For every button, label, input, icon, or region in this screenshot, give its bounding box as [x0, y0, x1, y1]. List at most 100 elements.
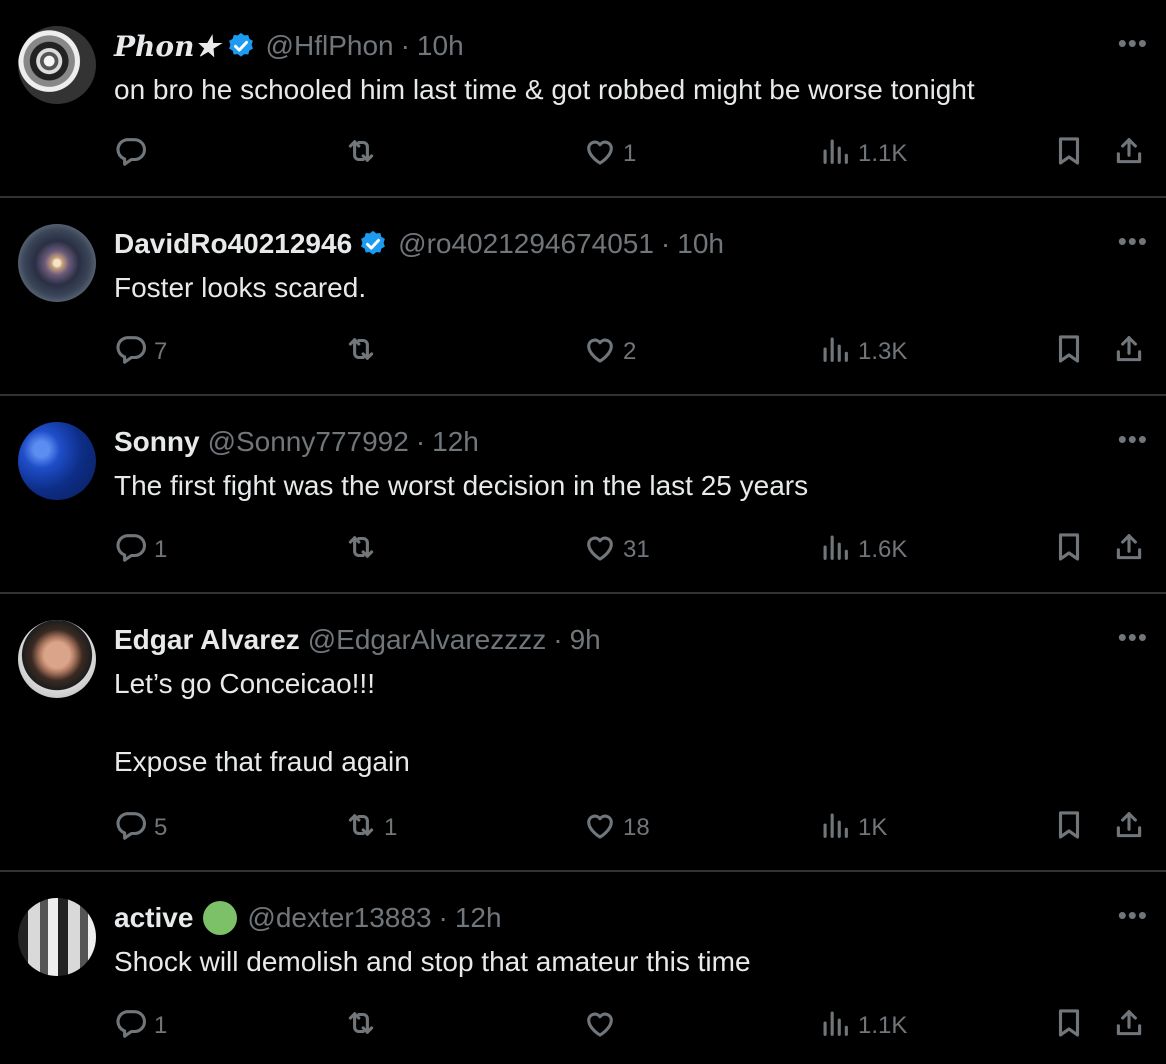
views-button-count: 1.6K [858, 536, 908, 563]
reply-button-count: 1 [154, 536, 168, 563]
bookmark-button[interactable] [1052, 530, 1086, 570]
heart-icon [583, 808, 617, 849]
reply-button[interactable]: 1 [114, 530, 167, 570]
retweet-icon [344, 332, 378, 373]
bookmark-button[interactable] [1052, 1006, 1086, 1046]
views-button[interactable]: 1.3K [818, 332, 907, 372]
like-button[interactable]: 1 [583, 134, 636, 174]
avatar[interactable] [18, 26, 96, 104]
separator-dot: · [553, 624, 563, 655]
reply-button[interactable]: 5 [114, 808, 167, 848]
share-button[interactable] [1112, 808, 1146, 848]
bookmark-icon [1052, 1006, 1086, 1047]
tweet-text: Let’s go Conceicao!!! Expose that fraud a… [114, 664, 1106, 781]
views-icon [818, 332, 852, 373]
bookmark-icon [1052, 134, 1086, 175]
display-name[interactable]: active [114, 902, 193, 934]
display-name[interactable]: Phon★ [114, 30, 220, 63]
timestamp[interactable]: 10h [417, 30, 464, 62]
tweet-header: Phon★ @HflPhon · 10h [114, 26, 464, 66]
more-icon[interactable]: ••• [1118, 624, 1148, 650]
like-button[interactable]: 31 [583, 530, 650, 570]
views-icon [818, 134, 852, 175]
retweet-icon [344, 808, 378, 849]
like-button[interactable]: 2 [583, 332, 636, 372]
bookmark-icon [1052, 530, 1086, 571]
more-icon[interactable]: ••• [1118, 426, 1148, 452]
bookmark-button[interactable] [1052, 808, 1086, 848]
share-button[interactable] [1112, 134, 1146, 174]
views-button[interactable]: 1K [818, 808, 887, 848]
timestamp[interactable]: 10h [677, 228, 724, 260]
display-name[interactable]: Sonny [114, 426, 200, 458]
tweet[interactable]: Edgar Alvarez @EdgarAlvarezzzz · 9h ••• … [0, 594, 1166, 872]
timestamp[interactable]: 9h [570, 624, 601, 656]
views-button[interactable]: 1.1K [818, 1006, 907, 1046]
tweet[interactable]: active @dexter13883 · 12h ••• Shock will… [0, 872, 1166, 1064]
retweet-button[interactable]: 1 [344, 808, 397, 848]
avatar[interactable] [18, 422, 96, 500]
like-button[interactable]: 18 [583, 808, 650, 848]
user-handle[interactable]: @ro4021294674051 [398, 228, 654, 260]
retweet-button[interactable] [344, 332, 378, 372]
bookmark-icon [1052, 808, 1086, 849]
retweet-button[interactable] [344, 134, 378, 174]
tweet-text-line: The first fight was the worst decision i… [114, 470, 809, 501]
separator-dot: · [660, 228, 671, 259]
like-button[interactable] [583, 1006, 617, 1046]
views-icon [818, 808, 852, 849]
retweet-button[interactable] [344, 530, 378, 570]
tweet-header: Edgar Alvarez @EdgarAlvarezzzz · 9h [114, 620, 601, 660]
user-handle[interactable]: @Sonny777992 [208, 426, 409, 458]
reply-icon [114, 1006, 148, 1047]
views-button[interactable]: 1.1K [818, 134, 907, 174]
timestamp[interactable]: 12h [432, 426, 479, 458]
share-button[interactable] [1112, 530, 1146, 570]
bookmark-icon [1052, 332, 1086, 373]
bookmark-button[interactable] [1052, 134, 1086, 174]
tweet-text: Foster looks scared. [114, 268, 1106, 307]
user-handle[interactable]: @dexter13883 [247, 902, 431, 934]
tweet[interactable]: Phon★ @HflPhon · 10h ••• on bro he schoo… [0, 0, 1166, 198]
bookmark-button[interactable] [1052, 332, 1086, 372]
heart-icon [583, 530, 617, 571]
display-name[interactable]: Edgar Alvarez [114, 624, 300, 656]
heart-icon [583, 134, 617, 175]
avatar[interactable] [18, 224, 96, 302]
separator-dot: · [415, 426, 426, 457]
tweet[interactable]: Sonny @Sonny777992 · 12h ••• The first f… [0, 396, 1166, 594]
action-bar: 7 2 1.3K [0, 332, 1166, 372]
reply-button[interactable] [114, 134, 148, 174]
user-handle[interactable]: @HflPhon [266, 30, 394, 62]
tweet-text-line: Let’s go Conceicao!!! [114, 668, 375, 699]
like-button-count: 18 [623, 814, 650, 841]
tweet-text-line: Shock will demolish and stop that amateu… [114, 946, 751, 977]
timestamp[interactable]: 12h [455, 902, 502, 934]
avatar[interactable] [18, 620, 96, 698]
views-button-count: 1.1K [858, 1012, 908, 1039]
reply-button[interactable]: 7 [114, 332, 167, 372]
tweet-text: on bro he schooled him last time & got r… [114, 70, 1106, 109]
retweet-button[interactable] [344, 1006, 378, 1046]
separator-dot: · [438, 902, 448, 933]
retweet-icon [344, 530, 378, 571]
avatar[interactable] [18, 898, 96, 976]
action-bar: 1 1.1K [0, 134, 1166, 174]
like-button-count: 2 [623, 338, 637, 365]
tweet-header: DavidRo40212946 @ro4021294674051 · 10h [114, 224, 724, 264]
views-button[interactable]: 1.6K [818, 530, 907, 570]
reply-button[interactable]: 1 [114, 1006, 167, 1046]
views-icon [818, 530, 852, 571]
tweet-text: The first fight was the worst decision i… [114, 466, 1106, 505]
like-button-count: 1 [623, 140, 637, 167]
share-button[interactable] [1112, 332, 1146, 372]
verified-badge-icon [358, 229, 388, 259]
user-handle[interactable]: @EdgarAlvarezzzz [308, 624, 547, 656]
more-icon[interactable]: ••• [1118, 902, 1148, 928]
tweet[interactable]: DavidRo40212946 @ro4021294674051 · 10h •… [0, 198, 1166, 396]
more-icon[interactable]: ••• [1118, 30, 1148, 56]
share-button[interactable] [1112, 1006, 1146, 1046]
display-name[interactable]: DavidRo40212946 [114, 228, 352, 260]
share-icon [1112, 530, 1146, 571]
more-icon[interactable]: ••• [1118, 228, 1148, 254]
